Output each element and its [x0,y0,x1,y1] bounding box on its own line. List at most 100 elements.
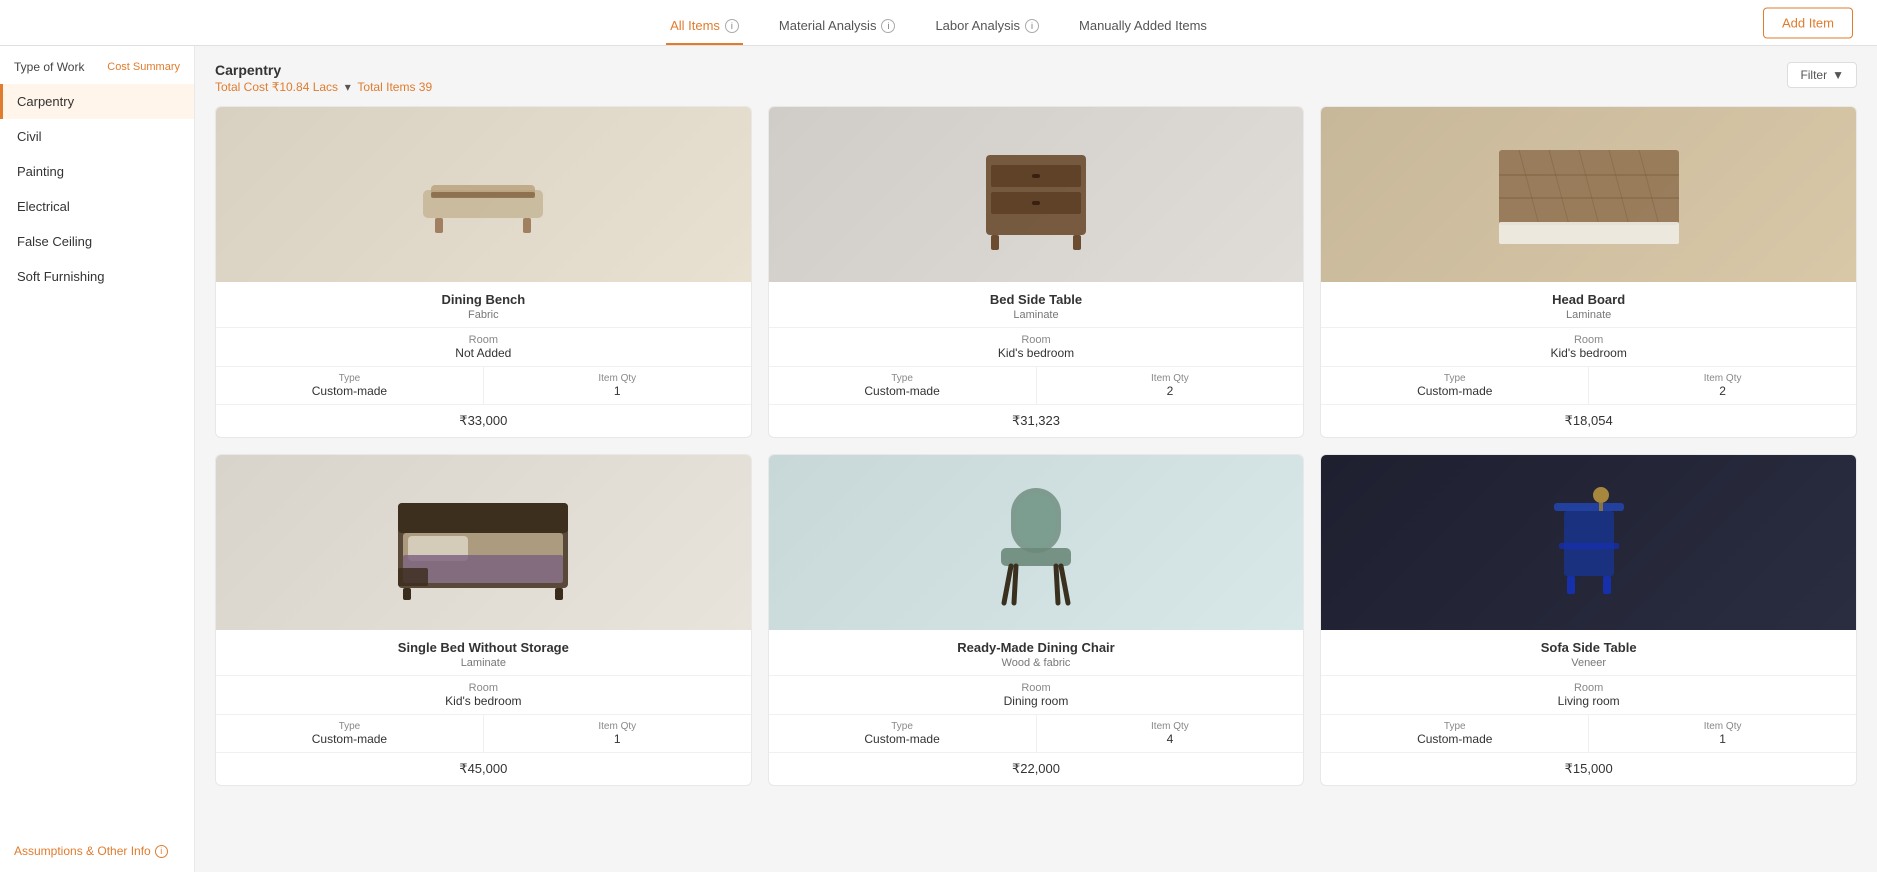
section-meta: Total Cost ₹10.84 Lacs ▾ Total Items 39 [215,80,432,94]
sofa-side-table-illustration [1509,473,1669,613]
item-material: Fabric [228,309,739,321]
item-card[interactable]: Single Bed Without Storage Laminate Room… [215,454,752,786]
item-info: Sofa Side Table Veneer [1321,630,1856,676]
tab-manually-added[interactable]: Manually Added Items [1075,10,1211,45]
sidebar-item-civil[interactable]: Civil [0,119,194,154]
item-price: ₹15,000 [1321,753,1856,785]
sidebar-item-painting[interactable]: Painting [0,154,194,189]
item-card[interactable]: Ready-Made Dining Chair Wood & fabric Ro… [768,454,1305,786]
section-info: Carpentry Total Cost ₹10.84 Lacs ▾ Total… [215,62,432,94]
type-value: Custom-made [1329,732,1580,746]
sidebar-item-electrical[interactable]: Electrical [0,189,194,224]
tab-material-analysis-label: Material Analysis [779,18,877,33]
sidebar-item-electrical-label: Electrical [17,199,70,214]
qty-value: 2 [1045,384,1296,398]
item-qty-section: Item Qty 1 [1589,715,1856,752]
filter-icon: ▼ [1832,68,1844,82]
single-bed-illustration [383,473,583,613]
qty-label: Item Qty [492,721,743,732]
sidebar-item-civil-label: Civil [17,129,42,144]
item-room: Room Dining room [769,676,1304,715]
headboard-illustration [1489,130,1689,260]
item-image-dining-bench [216,107,751,282]
bedside-table-illustration [956,130,1116,260]
item-room: Room Living room [1321,676,1856,715]
add-item-button[interactable]: Add Item [1763,7,1853,38]
item-info: Ready-Made Dining Chair Wood & fabric [769,630,1304,676]
item-price: ₹31,323 [769,405,1304,437]
qty-value: 1 [1597,732,1848,746]
item-material: Laminate [1333,309,1844,321]
type-label: Type [1329,721,1580,732]
item-room: Room Not Added [216,328,751,367]
item-image-single-bed [216,455,751,630]
top-tabs-bar: All Items i Material Analysis i Labor An… [0,0,1877,46]
tab-labor-analysis[interactable]: Labor Analysis i [931,10,1043,45]
item-name: Head Board [1333,292,1844,307]
item-price: ₹22,000 [769,753,1304,785]
item-image-sofa-side-table [1321,455,1856,630]
assumptions-info-icon: i [155,845,168,858]
sidebar: Type of Work Cost Summary Carpentry Civi… [0,46,195,872]
assumptions-label: Assumptions & Other Info [14,844,151,858]
tab-material-analysis[interactable]: Material Analysis i [775,10,900,45]
item-price: ₹33,000 [216,405,751,437]
type-label: Type [777,721,1028,732]
room-value: Kid's bedroom [1333,346,1844,360]
type-of-work-label: Type of Work [14,60,84,74]
item-card[interactable]: Head Board Laminate Room Kid's bedroom T… [1320,106,1857,438]
total-items-label: Total Items [357,80,415,94]
sidebar-item-painting-label: Painting [17,164,64,179]
total-cost-value: ₹10.84 Lacs [272,80,338,94]
qty-label: Item Qty [1597,373,1848,384]
tab-manually-added-label: Manually Added Items [1079,18,1207,33]
room-value: Dining room [781,694,1292,708]
item-name: Bed Side Table [781,292,1292,307]
dining-bench-illustration [393,135,573,255]
item-card[interactable]: Bed Side Table Laminate Room Kid's bedro… [768,106,1305,438]
room-label: Room [228,682,739,694]
content-header: Carpentry Total Cost ₹10.84 Lacs ▾ Total… [215,62,1857,94]
item-type-section: Type Custom-made [1321,715,1589,752]
item-card[interactable]: Dining Bench Fabric Room Not Added Type … [215,106,752,438]
room-label: Room [1333,334,1844,346]
qty-value: 2 [1597,384,1848,398]
tab-all-items-label: All Items [670,18,720,33]
item-card[interactable]: Sofa Side Table Veneer Room Living room … [1320,454,1857,786]
qty-value: 1 [492,732,743,746]
content-area: Carpentry Total Cost ₹10.84 Lacs ▾ Total… [195,46,1877,872]
item-qty-section: Item Qty 1 [484,715,751,752]
item-qty-section: Item Qty 2 [1589,367,1856,404]
qty-label: Item Qty [1045,721,1296,732]
type-value: Custom-made [1329,384,1580,398]
item-name: Sofa Side Table [1333,640,1844,655]
item-details: Type Custom-made Item Qty 1 [216,715,751,753]
sidebar-item-false-ceiling[interactable]: False Ceiling [0,224,194,259]
item-qty-section: Item Qty 2 [1037,367,1304,404]
item-room: Room Kid's bedroom [216,676,751,715]
tab-all-items[interactable]: All Items i [666,10,743,45]
filter-button[interactable]: Filter ▼ [1787,62,1857,88]
item-info: Bed Side Table Laminate [769,282,1304,328]
room-value: Living room [1333,694,1844,708]
item-price: ₹18,054 [1321,405,1856,437]
sidebar-item-soft-furnishing[interactable]: Soft Furnishing [0,259,194,294]
items-grid: Dining Bench Fabric Room Not Added Type … [215,106,1857,786]
sidebar-item-carpentry[interactable]: Carpentry [0,84,194,119]
filter-label: Filter [1800,68,1827,82]
room-label: Room [781,334,1292,346]
item-qty-section: Item Qty 4 [1037,715,1304,752]
cost-summary-link[interactable]: Cost Summary [107,61,180,73]
section-title: Carpentry [215,62,432,78]
room-value: Kid's bedroom [228,694,739,708]
total-items-value: 39 [419,80,432,94]
type-value: Custom-made [224,384,475,398]
sidebar-item-carpentry-label: Carpentry [17,94,74,109]
assumptions-link[interactable]: Assumptions & Other Info i [0,830,194,872]
item-details: Type Custom-made Item Qty 1 [216,367,751,405]
item-image-dining-chair [769,455,1304,630]
item-details: Type Custom-made Item Qty 4 [769,715,1304,753]
qty-label: Item Qty [1045,373,1296,384]
total-cost-label: Total Cost [215,80,268,94]
item-room: Room Kid's bedroom [1321,328,1856,367]
